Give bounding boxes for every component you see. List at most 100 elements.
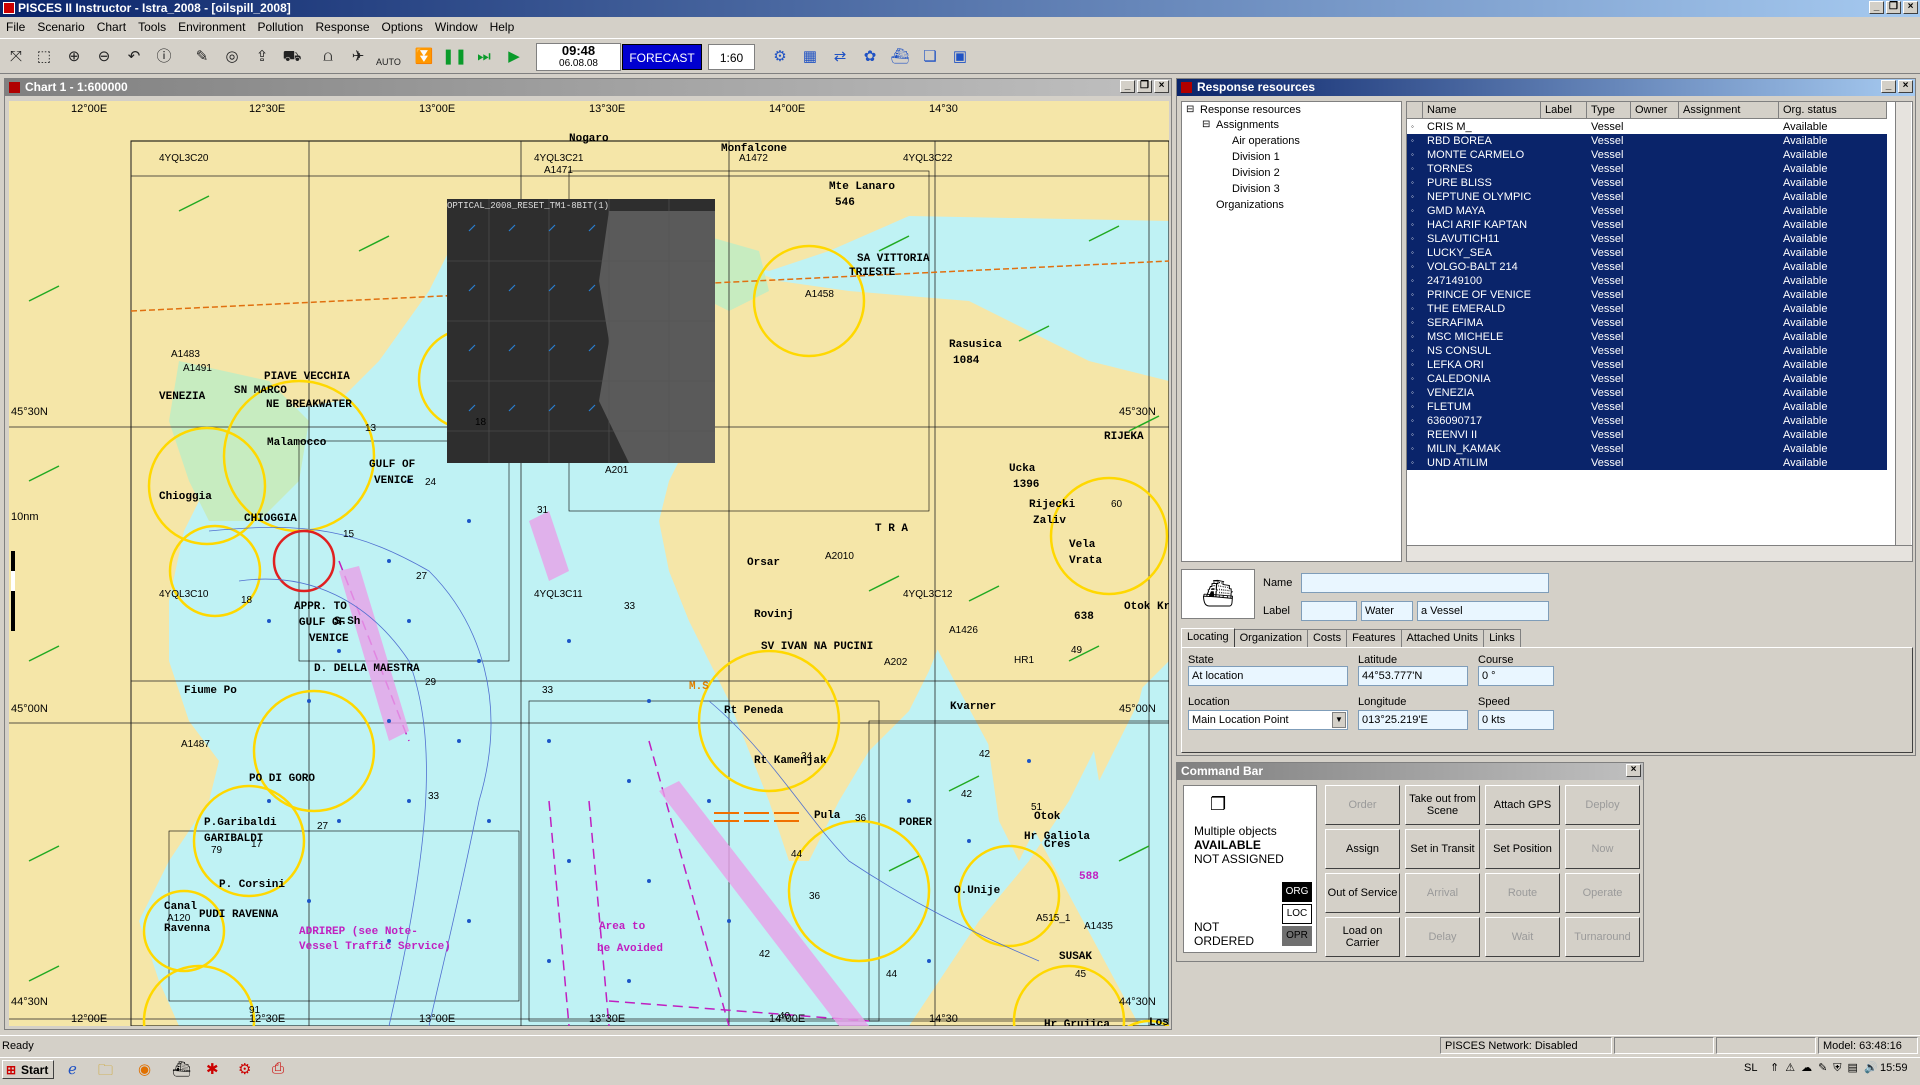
grid-header-org-status[interactable]: Org. status	[1779, 102, 1887, 119]
grid-header-assignment[interactable]: Assignment	[1679, 102, 1779, 119]
longitude-field[interactable]: 013°25.219'E	[1358, 710, 1468, 730]
pisces-icon[interactable]: ✱	[206, 1060, 219, 1078]
grid-vertical-scrollbar[interactable]	[1895, 102, 1911, 546]
table-row[interactable]: ◦ GMD MAYA Vessel Available	[1407, 204, 1887, 218]
forecast-button[interactable]: FORECAST	[622, 44, 702, 70]
menu-file[interactable]: File	[6, 20, 25, 37]
speed-field[interactable]: 0 kts	[1478, 710, 1554, 730]
grid-header-name[interactable]: Name	[1423, 102, 1541, 119]
cmd-attach-gps-button[interactable]: Attach GPS	[1485, 785, 1560, 825]
pause-icon[interactable]: ❚❚	[442, 45, 467, 69]
cmd-take-out-from-scene-button[interactable]: Take out from Scene	[1405, 785, 1480, 825]
cmd-arrival-button[interactable]: Arrival	[1405, 873, 1480, 913]
table-row[interactable]: ◦ VOLGO-BALT 214 Vessel Available	[1407, 260, 1887, 274]
tab-organization[interactable]: Organization	[1233, 629, 1308, 647]
cmd-set-position-button[interactable]: Set Position	[1485, 829, 1560, 869]
table-row[interactable]: ◦ LEFKA ORI Vessel Available	[1407, 358, 1887, 372]
tray-icons[interactable]: ⇑⚠☁✎⛨▤🔊	[1770, 1061, 1884, 1075]
pollution-icon[interactable]: ✿	[858, 45, 882, 69]
pdf-icon[interactable]: ⎙	[272, 1060, 284, 1077]
menu-environment[interactable]: Environment	[178, 20, 245, 37]
chart-restore-icon[interactable]: ❐	[1137, 80, 1152, 93]
grid-header-label[interactable]: Label	[1541, 102, 1587, 119]
table-row[interactable]: ◦ RBD BOREA Vessel Available	[1407, 134, 1887, 148]
table-row[interactable]: ◦ CALEDONIA Vessel Available	[1407, 372, 1887, 386]
start-button[interactable]: ⊞ Start	[2, 1060, 54, 1079]
table-row[interactable]: ◦ NEPTUNE OLYMPIC Vessel Available	[1407, 190, 1887, 204]
tab-links[interactable]: Links	[1483, 629, 1521, 647]
vehicle-icon[interactable]: ⛟	[280, 45, 304, 69]
resource-tree[interactable]: ⊟ Response resources ⊟ Assignments Air o…	[1181, 101, 1402, 562]
table-row[interactable]: ◦ HACI ARIF KAPTAN Vessel Available	[1407, 218, 1887, 232]
settings-app-icon[interactable]: ⚙	[238, 1060, 251, 1078]
nautical-chart[interactable]: 12°00E 12°30E 13°00E 13°30E 14°00E 14°30 12°00…	[9, 101, 1169, 1026]
table-row[interactable]: ◦ MSC MICHELE Vessel Available	[1407, 330, 1887, 344]
tree-node-organizations[interactable]: Organizations	[1216, 199, 1284, 211]
menu-pollution[interactable]: Pollution	[257, 20, 303, 37]
cmd-deploy-button[interactable]: Deploy	[1565, 785, 1640, 825]
zoom-window-icon[interactable]: ⬚	[32, 45, 56, 69]
cmd-set-in-transit-button[interactable]: Set in Transit	[1405, 829, 1480, 869]
undo-icon[interactable]: ↶	[122, 45, 146, 69]
table-row[interactable]: ◦ UND ATILIM Vessel Available	[1407, 456, 1887, 470]
auto-button[interactable]: AUTO	[376, 45, 401, 69]
latitude-field[interactable]: 44°53.777'N	[1358, 666, 1468, 686]
table-row[interactable]: ◦ REENVI II Vessel Available	[1407, 428, 1887, 442]
name-field[interactable]	[1301, 573, 1549, 593]
grid-header-type[interactable]: Type	[1587, 102, 1631, 119]
tab-attached-units[interactable]: Attached Units	[1400, 629, 1485, 647]
water-field[interactable]: Water	[1361, 601, 1413, 621]
windows-icon[interactable]: ❏	[918, 45, 942, 69]
table-row[interactable]: ◦ CRIS M_ Vessel Available	[1407, 120, 1887, 134]
minimize-icon[interactable]: _	[1869, 1, 1884, 14]
cmd-load-on-carrier-button[interactable]: Load on Carrier	[1325, 917, 1400, 957]
cmd-turnaround-button[interactable]: Turnaround	[1565, 917, 1640, 957]
table-row[interactable]: ◦ PURE BLISS Vessel Available	[1407, 176, 1887, 190]
table-row[interactable]: ◦ FLETUM Vessel Available	[1407, 400, 1887, 414]
tree-node-division-3[interactable]: Division 3	[1232, 183, 1280, 195]
tree-node-assignments[interactable]: Assignments	[1216, 119, 1279, 131]
cmd-now-button[interactable]: Now	[1565, 829, 1640, 869]
transfer-icon[interactable]: ⇄	[828, 45, 852, 69]
tab-features[interactable]: Features	[1346, 629, 1402, 647]
tab-locating[interactable]: Locating	[1181, 628, 1235, 647]
table-row[interactable]: ◦ THE EMERALD Vessel Available	[1407, 302, 1887, 316]
display-icon[interactable]: ▣	[948, 45, 972, 69]
export-icon[interactable]: ⇪	[250, 45, 274, 69]
zoom-out-icon[interactable]: ⊖	[92, 45, 116, 69]
state-field[interactable]: At location	[1188, 666, 1348, 686]
fast-forward-icon[interactable]: ⏭	[472, 45, 496, 69]
rr-close-icon[interactable]: ×	[1898, 80, 1913, 93]
menu-options[interactable]: Options	[382, 20, 423, 37]
command-bar-close-icon[interactable]: ×	[1626, 764, 1641, 777]
language-indicator[interactable]: SL	[1744, 1062, 1757, 1074]
table-row[interactable]: ◦ TORNES Vessel Available	[1407, 162, 1887, 176]
tab-costs[interactable]: Costs	[1306, 629, 1348, 647]
tree-expander-icon[interactable]: ⊟	[1186, 104, 1194, 115]
rr-minimize-icon[interactable]: _	[1881, 80, 1896, 93]
grid-header-owner[interactable]: Owner	[1631, 102, 1679, 119]
restore-icon[interactable]: ❐	[1886, 1, 1901, 14]
tree-node-air-operations[interactable]: Air operations	[1232, 135, 1300, 147]
zoom-extent-icon[interactable]: ⤧	[4, 45, 28, 69]
grid-horizontal-scrollbar[interactable]	[1407, 545, 1912, 561]
menu-response[interactable]: Response	[315, 20, 369, 37]
tree-expander-icon[interactable]: ⊟	[1202, 119, 1210, 130]
cmd-delay-button[interactable]: Delay	[1405, 917, 1480, 957]
menu-tools[interactable]: Tools	[138, 20, 166, 37]
type-field[interactable]: a Vessel	[1417, 601, 1549, 621]
bridge-icon[interactable]: ⩍	[316, 45, 340, 69]
menu-help[interactable]: Help	[490, 20, 515, 37]
cmd-operate-button[interactable]: Operate	[1565, 873, 1640, 913]
resource-grid[interactable]: Name Label Type Owner Assignment Org. st…	[1406, 101, 1913, 562]
table-row[interactable]: ◦ MONTE CARMELO Vessel Available	[1407, 148, 1887, 162]
play-icon[interactable]: ▶	[502, 45, 526, 69]
settings-icon[interactable]: ⚙	[768, 45, 792, 69]
table-row[interactable]: ◦ MILIN_KAMAK Vessel Available	[1407, 442, 1887, 456]
chart-close-icon[interactable]: ×	[1154, 80, 1169, 93]
step-down-icon[interactable]: ⏬	[412, 45, 436, 69]
menu-chart[interactable]: Chart	[97, 20, 126, 37]
draw-icon[interactable]: ✎	[190, 45, 214, 69]
table-row[interactable]: ◦ SERAFIMA Vessel Available	[1407, 316, 1887, 330]
cmd-assign-button[interactable]: Assign	[1325, 829, 1400, 869]
